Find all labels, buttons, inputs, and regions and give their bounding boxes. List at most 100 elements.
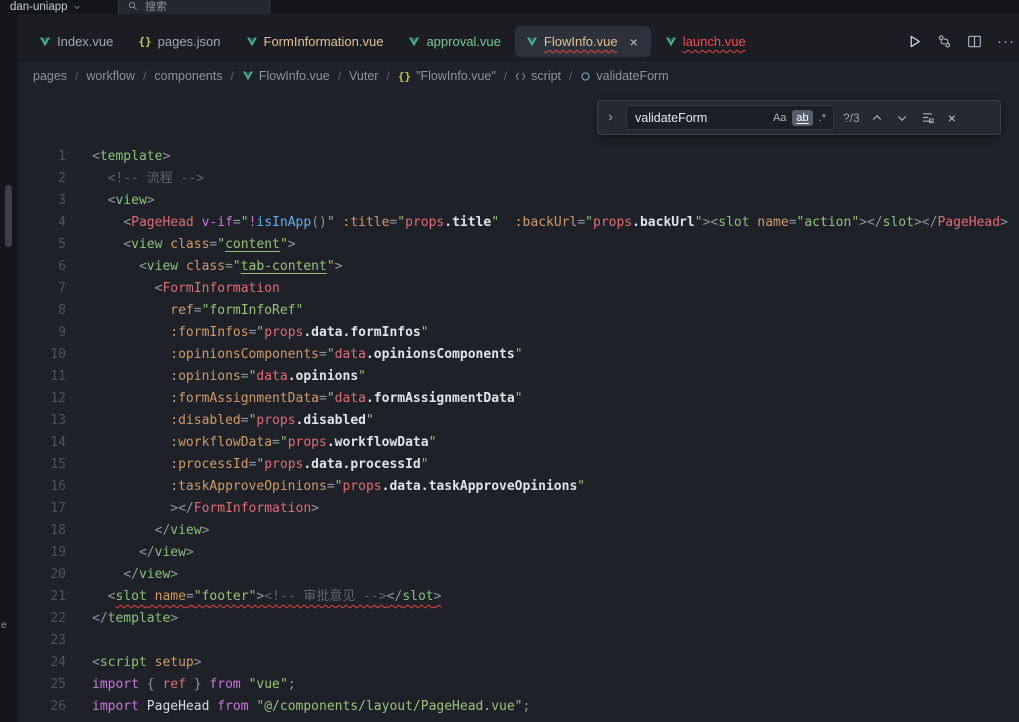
breadcrumb-separator: / xyxy=(386,69,389,83)
breadcrumb-label: validateForm xyxy=(596,69,668,83)
code-line[interactable]: 19 </view> xyxy=(18,542,1019,564)
code-line[interactable]: 5 <view class="content"> xyxy=(18,234,1019,256)
split-editor-button[interactable] xyxy=(967,34,982,49)
vue-icon xyxy=(526,36,538,48)
code-line[interactable]: 2 <!-- 流程 --> xyxy=(18,168,1019,190)
code-line[interactable]: 20 </view> xyxy=(18,564,1019,586)
code-line[interactable]: 18 </view> xyxy=(18,520,1019,542)
find-input[interactable] xyxy=(633,110,769,126)
line-number: 11 xyxy=(18,366,66,388)
tab-Index.vue[interactable]: Index.vue xyxy=(28,26,124,57)
line-number: 18 xyxy=(18,520,66,542)
breadcrumb-item-components[interactable]: components xyxy=(154,69,222,83)
code-line[interactable]: 21 <slot name="footer"><!-- 审批意见 --></sl… xyxy=(18,586,1019,608)
line-number: 2 xyxy=(18,168,66,190)
code-line[interactable]: 9 :formInfos="props.data.formInfos" xyxy=(18,322,1019,344)
toggle-replace-button[interactable] xyxy=(604,111,617,124)
code-line[interactable]: 14 :workflowData="props.workflowData" xyxy=(18,432,1019,454)
breadcrumb-item-FlowInfo.vue[interactable]: {}"FlowInfo.vue" xyxy=(398,69,496,83)
code-line[interactable]: 7 <FormInformation xyxy=(18,278,1019,300)
vue-icon xyxy=(408,36,420,48)
editor[interactable]: Aaab.* ?/3 × 1<template>2 <!-- 流程 -->3 <… xyxy=(18,91,1019,722)
line-number: 13 xyxy=(18,410,66,432)
breadcrumb: pages / workflow / components / FlowInfo.vue / V… xyxy=(18,61,1019,91)
chevron-down-icon xyxy=(73,3,81,11)
vue-icon xyxy=(665,36,677,48)
line-number: 24 xyxy=(18,652,66,674)
breadcrumb-separator: / xyxy=(338,69,341,83)
title-bar: dan-uniapp 搜索 xyxy=(0,0,1019,14)
breadcrumb-label: components xyxy=(154,69,222,83)
tab-FlowInfo.vue[interactable]: FlowInfo.vue× xyxy=(515,26,651,57)
code-line[interactable]: 16 :taskApproveOpinions="props.data.task… xyxy=(18,476,1019,498)
tab-approval.vue[interactable]: approval.vue xyxy=(397,26,511,57)
use-regex-toggle[interactable]: .* xyxy=(815,110,830,126)
more-actions-button[interactable]: ··· xyxy=(997,33,1015,50)
match-case-toggle[interactable]: Aa xyxy=(769,110,790,126)
breadcrumb-item-Vuter[interactable]: Vuter xyxy=(349,69,378,83)
breadcrumb-separator: / xyxy=(569,69,572,83)
code-line[interactable]: 26import PageHead from "@/components/lay… xyxy=(18,696,1019,718)
code-line[interactable]: 25import { ref } from "vue"; xyxy=(18,674,1019,696)
code-line[interactable]: 24<script setup> xyxy=(18,652,1019,674)
whole-word-toggle[interactable]: ab xyxy=(792,110,812,126)
project-switcher[interactable]: dan-uniapp xyxy=(10,1,81,13)
line-number: 21 xyxy=(18,586,66,608)
breadcrumb-label: pages xyxy=(33,69,67,83)
breadcrumb-separator: / xyxy=(75,69,78,83)
breadcrumb-label: FlowInfo.vue xyxy=(259,69,330,83)
code-line[interactable]: 4 <PageHead v-if="!isInApp()" :title="pr… xyxy=(18,212,1019,234)
code-line[interactable]: 22</template> xyxy=(18,608,1019,630)
previous-match-button[interactable] xyxy=(869,110,885,126)
global-search[interactable]: 搜索 xyxy=(118,0,270,14)
code-line[interactable]: 17 ></FormInformation> xyxy=(18,498,1019,520)
find-in-selection-button[interactable] xyxy=(919,109,936,126)
scroll-indicator[interactable] xyxy=(5,185,12,247)
line-number: 22 xyxy=(18,608,66,630)
close-icon[interactable]: × xyxy=(945,110,959,126)
search-label: 搜索 xyxy=(145,0,167,14)
code-line[interactable]: 15 :processId="props.data.processId" xyxy=(18,454,1019,476)
code-line[interactable]: 23 xyxy=(18,630,1019,652)
breadcrumb-item-validateForm[interactable]: validateForm xyxy=(580,69,668,83)
tab-FormInformation.vue[interactable]: FormInformation.vue xyxy=(235,26,395,57)
line-number: 9 xyxy=(18,322,66,344)
activity-strip: e xyxy=(0,14,18,722)
code-line[interactable]: 6 <view class="tab-content"> xyxy=(18,256,1019,278)
line-number: 1 xyxy=(18,146,66,168)
code-line[interactable]: 13 :disabled="props.disabled" xyxy=(18,410,1019,432)
breadcrumb-item-FlowInfo.vue[interactable]: FlowInfo.vue xyxy=(242,69,330,83)
clipped-text-fragment: e xyxy=(1,620,7,631)
breadcrumb-label: workflow xyxy=(86,69,135,83)
run-button[interactable] xyxy=(907,34,922,49)
next-match-button[interactable] xyxy=(894,110,910,126)
line-number: 8 xyxy=(18,300,66,322)
line-number: 7 xyxy=(18,278,66,300)
code-area: 1<template>2 <!-- 流程 -->3 <view>4 <PageH… xyxy=(18,146,1019,718)
code-line[interactable]: 10 :opinionsComponents="data.opinionsCom… xyxy=(18,344,1019,366)
breadcrumb-label: "FlowInfo.vue" xyxy=(416,69,496,83)
line-number: 16 xyxy=(18,476,66,498)
tab-pages.json[interactable]: {}pages.json xyxy=(127,26,231,57)
tab-launch.vue[interactable]: launch.vue xyxy=(654,26,757,57)
code-line[interactable]: 3 <view> xyxy=(18,190,1019,212)
line-number: 14 xyxy=(18,432,66,454)
breadcrumb-item-pages[interactable]: pages xyxy=(33,69,67,83)
code-line[interactable]: 11 :opinions="data.opinions" xyxy=(18,366,1019,388)
tab-label: launch.vue xyxy=(683,34,746,49)
breadcrumb-separator: / xyxy=(143,69,146,83)
open-changes-button[interactable] xyxy=(937,34,952,49)
vue-icon xyxy=(242,70,254,82)
code-line[interactable]: 12 :formAssignmentData="data.formAssignm… xyxy=(18,388,1019,410)
breadcrumb-item-workflow[interactable]: workflow xyxy=(86,69,135,83)
breadcrumb-item-script[interactable]: script xyxy=(515,69,561,83)
line-number: 4 xyxy=(18,212,66,234)
method-icon xyxy=(580,71,591,82)
close-icon[interactable]: × xyxy=(628,34,640,50)
code-line[interactable]: 1<template> xyxy=(18,146,1019,168)
line-number: 3 xyxy=(18,190,66,212)
line-number: 20 xyxy=(18,564,66,586)
code-line[interactable]: 8 ref="formInfoRef" xyxy=(18,300,1019,322)
line-number: 26 xyxy=(18,696,66,718)
more-icon: ··· xyxy=(997,33,1015,50)
